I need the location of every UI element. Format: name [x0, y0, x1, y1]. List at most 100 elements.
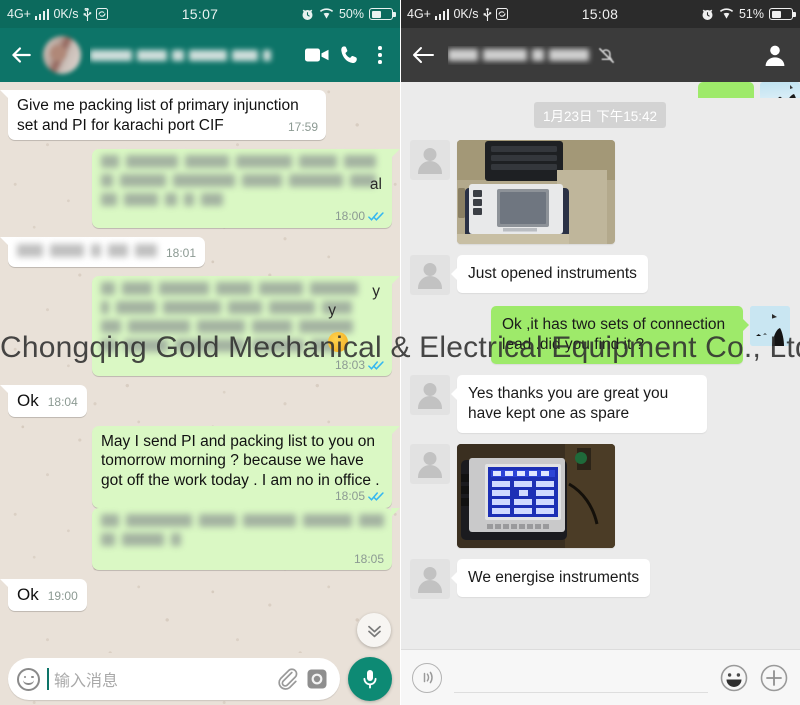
message-input[interactable]: [454, 663, 708, 693]
message-meta: 18:05: [354, 553, 384, 566]
avatar[interactable]: [760, 82, 800, 98]
emoji-smiley-icon[interactable]: [17, 667, 40, 691]
instrument-case-photo: [457, 140, 615, 244]
incoming-message-bubble[interactable]: Just opened instruments: [451, 255, 648, 293]
message-row: y y 18:03: [8, 276, 400, 376]
avatar[interactable]: [410, 255, 450, 295]
wechat-message-list[interactable]: 1月23日 下午15:42 Just opened instruments Ok…: [400, 82, 800, 649]
plus-icon[interactable]: [760, 664, 788, 692]
message-row: Give me packing list of primary injuncti…: [0, 90, 392, 140]
incoming-message-bubble[interactable]: Give me packing list of primary injuncti…: [0, 90, 326, 140]
message-row: 18:01: [0, 237, 392, 267]
message-time: 17:59: [287, 119, 318, 134]
message-text: May I send PI and packing list to you on…: [101, 432, 380, 489]
message-row: 18:05: [8, 508, 400, 570]
incoming-message-bubble[interactable]: Yes thanks you are great you have kept o…: [451, 375, 707, 433]
contact-profile-icon[interactable]: [762, 42, 788, 68]
message-row: We energise instruments: [410, 559, 790, 599]
voice-input-button[interactable]: [412, 662, 442, 693]
message-row: May I send PI and packing list to you on…: [8, 425, 400, 508]
photo-artwork: [457, 140, 615, 244]
screenshot-stage: 4G+ 0K/s 15:07 50% Give me packing list …: [0, 0, 800, 705]
message-time: 18:05: [334, 489, 365, 503]
voice-record-button[interactable]: [348, 657, 392, 701]
incoming-message-bubble[interactable]: Ok 19:00: [0, 579, 87, 611]
message-meta: 17:59: [287, 119, 318, 134]
message-text: Give me packing list of primary injuncti…: [17, 97, 299, 134]
message-meta: 18:00: [335, 210, 384, 223]
whatsapp-status-bar: 4G+ 0K/s 15:07 50%: [0, 0, 400, 28]
contact-name-blurred: [448, 49, 589, 61]
message-text: Yes thanks you are great you have kept o…: [468, 385, 669, 422]
whatsapp-app-bar: [0, 28, 400, 82]
back-arrow-icon[interactable]: [410, 43, 436, 67]
avatar[interactable]: [410, 140, 450, 180]
chat-contact-name[interactable]: [90, 40, 295, 70]
energised-instrument-photo: [457, 444, 615, 548]
avatar[interactable]: [410, 444, 450, 484]
emoji-smiley-icon[interactable]: [720, 664, 748, 692]
battery-icon: [769, 8, 796, 20]
redacted-message-text: [17, 244, 157, 257]
message-meta: 19:00: [48, 590, 78, 603]
wechat-input-bar: [400, 649, 800, 705]
outgoing-message-bubble[interactable]: Ok ,it has two sets of connection lead .…: [491, 306, 749, 364]
chat-contact-name[interactable]: [448, 46, 750, 65]
incoming-message-bubble[interactable]: 18:01: [0, 237, 206, 267]
overflow-menu-icon[interactable]: [370, 46, 390, 64]
message-time: 18:00: [334, 209, 365, 223]
incoming-message-bubble[interactable]: We energise instruments: [450, 559, 651, 597]
wechat-app-bar: [400, 28, 800, 82]
message-time: 18:03: [334, 358, 365, 372]
partial-message-row: [410, 82, 800, 98]
message-row: [410, 444, 790, 548]
message-row: al 18:00: [8, 149, 400, 228]
panel-divider: [400, 0, 401, 705]
date-separator: 1月23日 下午15:42: [533, 102, 667, 128]
message-time: 19:00: [47, 589, 78, 603]
redacted-message-text: [101, 155, 384, 206]
outgoing-message-bubble-partial[interactable]: [698, 82, 754, 98]
message-text: Ok ,it has two sets of connection lead .…: [502, 316, 726, 353]
battery-icon: [369, 8, 396, 20]
double-chevron-down-icon: [367, 625, 381, 637]
video-camera-icon[interactable]: [304, 45, 330, 65]
message-composer[interactable]: 输入消息: [8, 658, 340, 700]
image-message[interactable]: [457, 140, 615, 244]
message-text: We energise instruments: [468, 569, 640, 586]
clock-label: 15:08: [581, 6, 619, 22]
microphone-icon: [363, 670, 377, 689]
whatsapp-message-list[interactable]: Give me packing list of primary injuncti…: [0, 82, 400, 653]
message-row: Yes thanks you are great you have kept o…: [410, 375, 790, 433]
message-row: Ok 19:00: [0, 579, 392, 611]
avatar[interactable]: [410, 375, 450, 415]
outgoing-message-bubble[interactable]: May I send PI and packing list to you on…: [92, 425, 400, 508]
clock-label: 15:07: [181, 6, 219, 22]
whatsapp-input-bar: 输入消息: [0, 653, 400, 705]
message-input[interactable]: 输入消息: [47, 667, 270, 691]
avatar-artwork: [773, 85, 796, 98]
avatar[interactable]: [43, 36, 81, 74]
avatar[interactable]: [410, 559, 450, 599]
message-row: Ok ,it has two sets of connection lead .…: [410, 306, 790, 364]
incoming-message-bubble[interactable]: Ok 18:04: [0, 385, 87, 417]
outgoing-message-bubble[interactable]: al 18:00: [92, 149, 400, 228]
image-message[interactable]: [457, 444, 615, 548]
emoji-in-message: [328, 332, 348, 352]
voice-wave-icon: [423, 671, 433, 684]
back-arrow-icon[interactable]: [8, 42, 34, 68]
message-text: Just opened instruments: [468, 265, 637, 282]
photo-artwork: [457, 444, 615, 548]
whatsapp-panel: 4G+ 0K/s 15:07 50% Give me packing list …: [0, 0, 400, 705]
read-receipt-double-check-icon: [368, 361, 384, 370]
phone-icon[interactable]: [339, 44, 361, 66]
redacted-message-text: [101, 514, 384, 546]
avatar[interactable]: [750, 306, 790, 346]
avatar-artwork: [750, 306, 790, 346]
paperclip-icon[interactable]: [277, 668, 299, 690]
camera-icon[interactable]: [306, 668, 328, 690]
scroll-to-bottom-button[interactable]: [357, 613, 391, 647]
outgoing-message-bubble[interactable]: 18:05: [92, 508, 400, 570]
outgoing-message-bubble[interactable]: y y 18:03: [92, 276, 400, 376]
message-meta: 18:03: [335, 359, 384, 372]
